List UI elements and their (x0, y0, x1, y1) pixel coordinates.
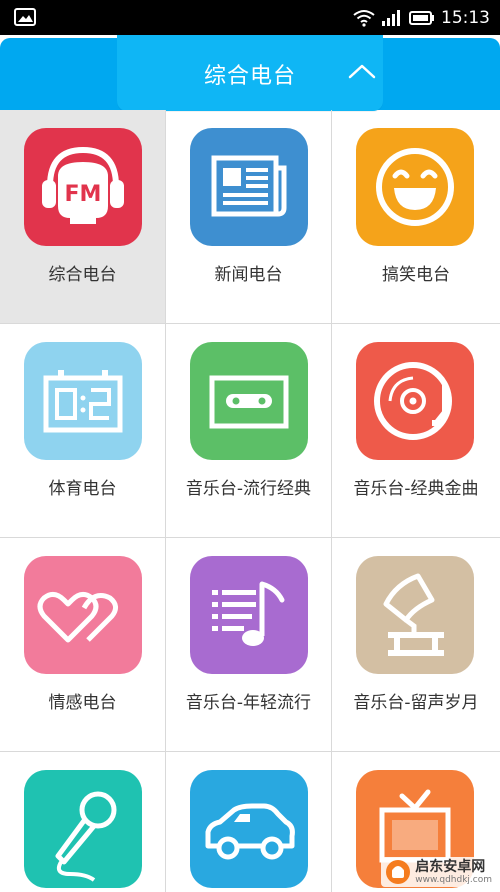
android-logo-icon (386, 860, 411, 884)
header: 综合电台 (0, 35, 500, 111)
grid-item-phonograph[interactable]: 音乐台-留声岁月 (332, 538, 500, 752)
laugh-face-icon (356, 128, 474, 246)
grid-item-pop-classic[interactable]: 音乐台-流行经典 (166, 324, 332, 538)
grid-item-sports[interactable]: 体育电台 (0, 324, 166, 538)
fm-headphones-icon: FM (24, 128, 142, 246)
watermark: 启东安卓网 www.qdhdkj.com (381, 857, 496, 887)
grid-item-label: 情感电台 (48, 693, 117, 713)
svg-text:FM: FM (65, 182, 102, 207)
grid-item-label: 音乐台-年轻流行 (185, 693, 312, 713)
image-icon (14, 8, 36, 26)
grid-item-label: 音乐台-留声岁月 (353, 693, 479, 713)
grid-item-label: 综合电台 (48, 265, 117, 285)
gramophone-icon (356, 556, 474, 674)
page-title: 综合电台 (203, 64, 296, 89)
grid-item-emotion[interactable]: 情感电台 (0, 538, 166, 752)
grid-item-traffic[interactable] (166, 752, 332, 892)
watermark-name: 启东安卓网 (415, 858, 486, 875)
wifi-icon (353, 10, 375, 27)
microphone-icon (24, 770, 142, 888)
signal-icon (382, 10, 400, 26)
grid-item-label: 音乐台-流行经典 (185, 479, 312, 499)
newspaper-icon (190, 128, 308, 246)
category-dropdown[interactable]: 综合电台 (117, 35, 383, 111)
grid-item-karaoke[interactable] (0, 752, 166, 892)
grid-item-news[interactable]: 新闻电台 (166, 110, 332, 324)
battery-icon (409, 11, 434, 25)
cassette-icon (190, 342, 308, 460)
music-note-icon (190, 556, 308, 674)
car-icon (190, 770, 308, 888)
grid-item-label: 体育电台 (48, 479, 117, 499)
grid-item-label: 搞笑电台 (382, 265, 450, 285)
grid-item-young-pop[interactable]: 音乐台-年轻流行 (166, 538, 332, 752)
grid-item-label: 音乐台-经典金曲 (353, 479, 479, 499)
record-player-icon (356, 342, 474, 460)
watermark-url: www.qdhdkj.com (415, 874, 492, 885)
grid-item-comprehensive[interactable]: FM 综合电台 (0, 110, 166, 324)
grid-item-comedy[interactable]: 搞笑电台 (332, 110, 500, 324)
status-time: 15:13 (441, 8, 490, 28)
hearts-icon (24, 556, 142, 674)
grid-item-label: 新闻电台 (214, 265, 283, 285)
status-bar: 15:13 (0, 0, 500, 35)
chevron-up-icon[interactable] (347, 61, 377, 81)
grid-item-golden-oldies[interactable]: 音乐台-经典金曲 (332, 324, 500, 538)
scoreboard-icon (24, 342, 142, 460)
